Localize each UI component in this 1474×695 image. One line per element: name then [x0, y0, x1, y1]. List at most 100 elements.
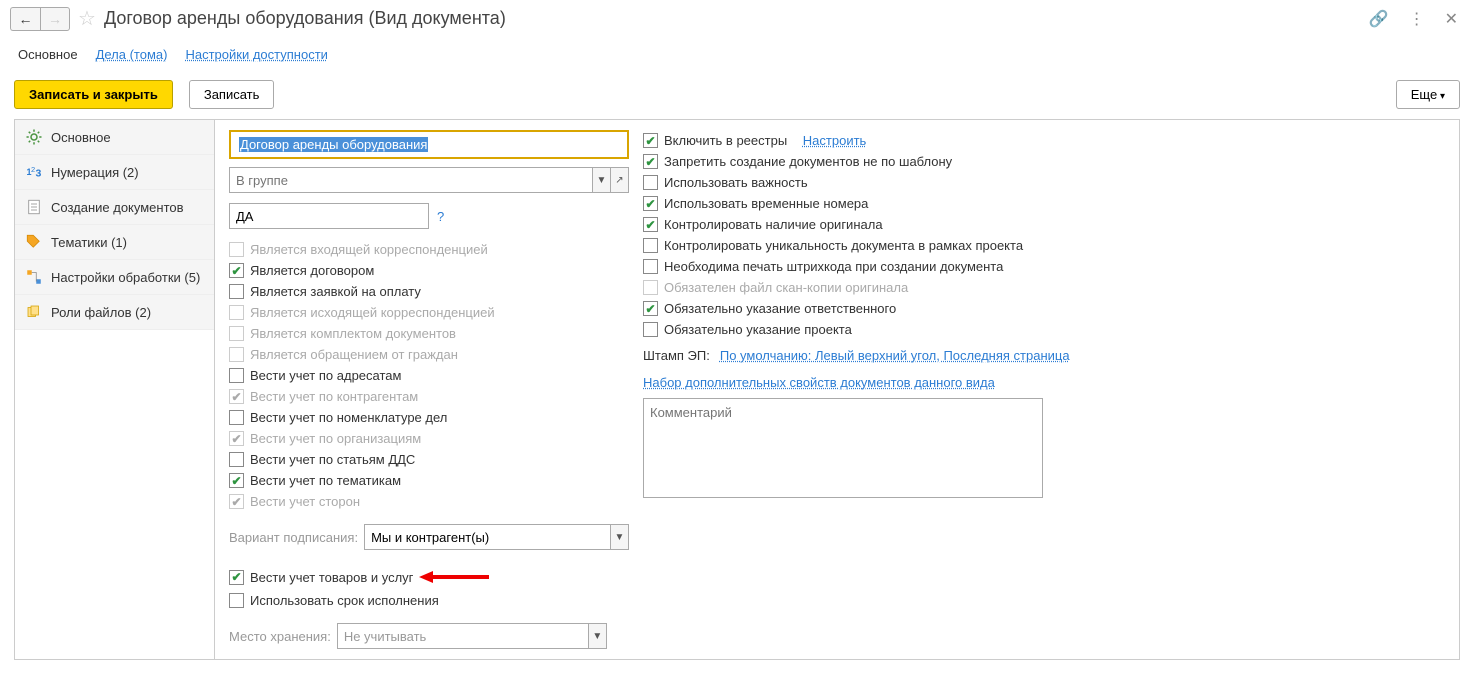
stamp-label: Штамп ЭП: — [643, 348, 710, 363]
checkbox[interactable] — [229, 284, 244, 299]
sidebar-item-3[interactable]: Тематики (1) — [15, 225, 214, 260]
checkbox-label: Обязателен файл скан-копии оригинала — [664, 280, 908, 295]
checkbox[interactable] — [229, 410, 244, 425]
checkbox-label: Необходима печать штрихкода при создании… — [664, 259, 1003, 274]
page-title: Договор аренды оборудования (Вид докумен… — [104, 8, 506, 29]
checkbox-label: Вести учет сторон — [250, 494, 360, 509]
more-button[interactable]: Еще — [1396, 80, 1460, 109]
link-icon[interactable]: 🔗 — [1363, 9, 1395, 29]
checkbox-label: Является исходящей корреспонденцией — [250, 305, 495, 320]
storage-dropdown-button[interactable]: ▼ — [588, 624, 606, 648]
checkbox-label: Является договором — [250, 263, 374, 278]
checkbox[interactable] — [229, 593, 244, 608]
checkbox-label: Вести учет по адресатам — [250, 368, 401, 383]
tag-icon — [25, 233, 43, 251]
checkbox[interactable] — [229, 473, 244, 488]
stamp-config-link[interactable]: По умолчанию: Левый верхний угол, Послед… — [720, 348, 1070, 363]
checkbox[interactable] — [229, 570, 244, 585]
sidebar-item-5[interactable]: Роли файлов (2) — [15, 295, 214, 330]
group-input[interactable] — [230, 168, 592, 192]
signing-input[interactable] — [365, 525, 610, 549]
kebab-menu-icon[interactable]: ⋮ — [1403, 9, 1431, 29]
checkbox-label: Является обращением от граждан — [250, 347, 458, 362]
checkbox-label: Обязательно указание проекта — [664, 322, 852, 337]
checkbox — [229, 347, 244, 362]
files-icon — [25, 303, 43, 321]
group-open-button[interactable]: ↗ — [610, 168, 628, 192]
checkbox[interactable] — [643, 238, 658, 253]
checkbox — [643, 280, 658, 295]
svg-text:3: 3 — [36, 168, 42, 180]
comment-textarea[interactable] — [643, 398, 1043, 498]
group-dropdown-button[interactable]: ▼ — [592, 168, 610, 192]
checkbox[interactable] — [643, 301, 658, 316]
signing-dropdown-button[interactable]: ▼ — [610, 525, 628, 549]
close-icon[interactable]: ✕ — [1439, 9, 1464, 29]
checkbox-label: Вести учет по организациям — [250, 431, 421, 446]
checkbox-label: Использовать срок исполнения — [250, 593, 439, 608]
checkbox[interactable] — [643, 322, 658, 337]
gear-icon — [25, 128, 43, 146]
checkbox[interactable] — [643, 217, 658, 232]
checkbox[interactable] — [643, 133, 658, 148]
flow-icon — [25, 268, 43, 286]
checkbox — [229, 305, 244, 320]
svg-text:2: 2 — [31, 165, 35, 174]
checkbox[interactable] — [643, 259, 658, 274]
checkbox-label: Включить в реестры — [664, 133, 787, 148]
name-input-value: Договор аренды оборудования — [239, 137, 428, 152]
checkbox-label: Является входящей корреспонденцией — [250, 242, 488, 257]
checkbox-label: Использовать важность — [664, 175, 808, 190]
sidebar-item-4[interactable]: Настройки обработки (5) — [15, 260, 214, 295]
checkbox[interactable] — [643, 154, 658, 169]
help-icon[interactable]: ? — [437, 209, 444, 224]
save-button[interactable]: Записать — [189, 80, 275, 109]
checkbox — [229, 494, 244, 509]
sidebar-item-label: Создание документов — [51, 200, 184, 215]
checkbox-link[interactable]: Настроить — [803, 133, 867, 148]
sidebar-item-label: Нумерация (2) — [51, 165, 139, 180]
tab-cases[interactable]: Дела (тома) — [96, 47, 168, 62]
checkbox — [229, 431, 244, 446]
code-input[interactable] — [229, 203, 429, 229]
nav-forward-button[interactable]: → — [40, 7, 70, 31]
tab-main[interactable]: Основное — [18, 47, 78, 62]
checkbox — [229, 326, 244, 341]
checkbox-label: Использовать временные номера — [664, 196, 868, 211]
sidebar-item-1[interactable]: 123 Нумерация (2) — [15, 155, 214, 190]
checkbox-label: Вести учет по контрагентам — [250, 389, 418, 404]
checkbox-label: Вести учет по тематикам — [250, 473, 401, 488]
red-arrow-icon — [419, 567, 489, 587]
sidebar-item-label: Тематики (1) — [51, 235, 127, 250]
sidebar-item-2[interactable]: Создание документов — [15, 190, 214, 225]
sidebar-item-label: Основное — [51, 130, 111, 145]
checkbox[interactable] — [643, 175, 658, 190]
sidebar-item-label: Настройки обработки (5) — [51, 270, 200, 285]
save-close-button[interactable]: Записать и закрыть — [14, 80, 173, 109]
checkbox-label: Является комплектом документов — [250, 326, 456, 341]
checkbox — [229, 242, 244, 257]
signing-label: Вариант подписания: — [229, 530, 358, 545]
sidebar-item-label: Роли файлов (2) — [51, 305, 151, 320]
storage-label: Место хранения: — [229, 629, 331, 644]
favorite-star-icon[interactable]: ☆ — [78, 6, 96, 31]
name-input[interactable]: Договор аренды оборудования — [229, 130, 629, 159]
checkbox[interactable] — [643, 196, 658, 211]
num-icon: 123 — [25, 163, 43, 181]
checkbox — [229, 389, 244, 404]
nav-back-button[interactable]: ← — [10, 7, 40, 31]
checkbox-label: Контролировать уникальность документа в … — [664, 238, 1023, 253]
checkbox[interactable] — [229, 452, 244, 467]
checkbox-label: Контролировать наличие оригинала — [664, 217, 883, 232]
checkbox[interactable] — [229, 263, 244, 278]
checkbox-label: Вести учет товаров и услуг — [250, 570, 413, 585]
checkbox[interactable] — [229, 368, 244, 383]
checkbox-label: Запретить создание документов не по шабл… — [664, 154, 952, 169]
extra-props-link[interactable]: Набор дополнительных свойств документов … — [643, 375, 995, 390]
storage-input[interactable] — [338, 624, 588, 648]
doc-icon — [25, 198, 43, 216]
tab-access[interactable]: Настройки доступности — [185, 47, 327, 62]
sidebar-item-0[interactable]: Основное — [15, 120, 214, 155]
checkbox-label: Является заявкой на оплату — [250, 284, 421, 299]
checkbox-label: Обязательно указание ответственного — [664, 301, 896, 316]
